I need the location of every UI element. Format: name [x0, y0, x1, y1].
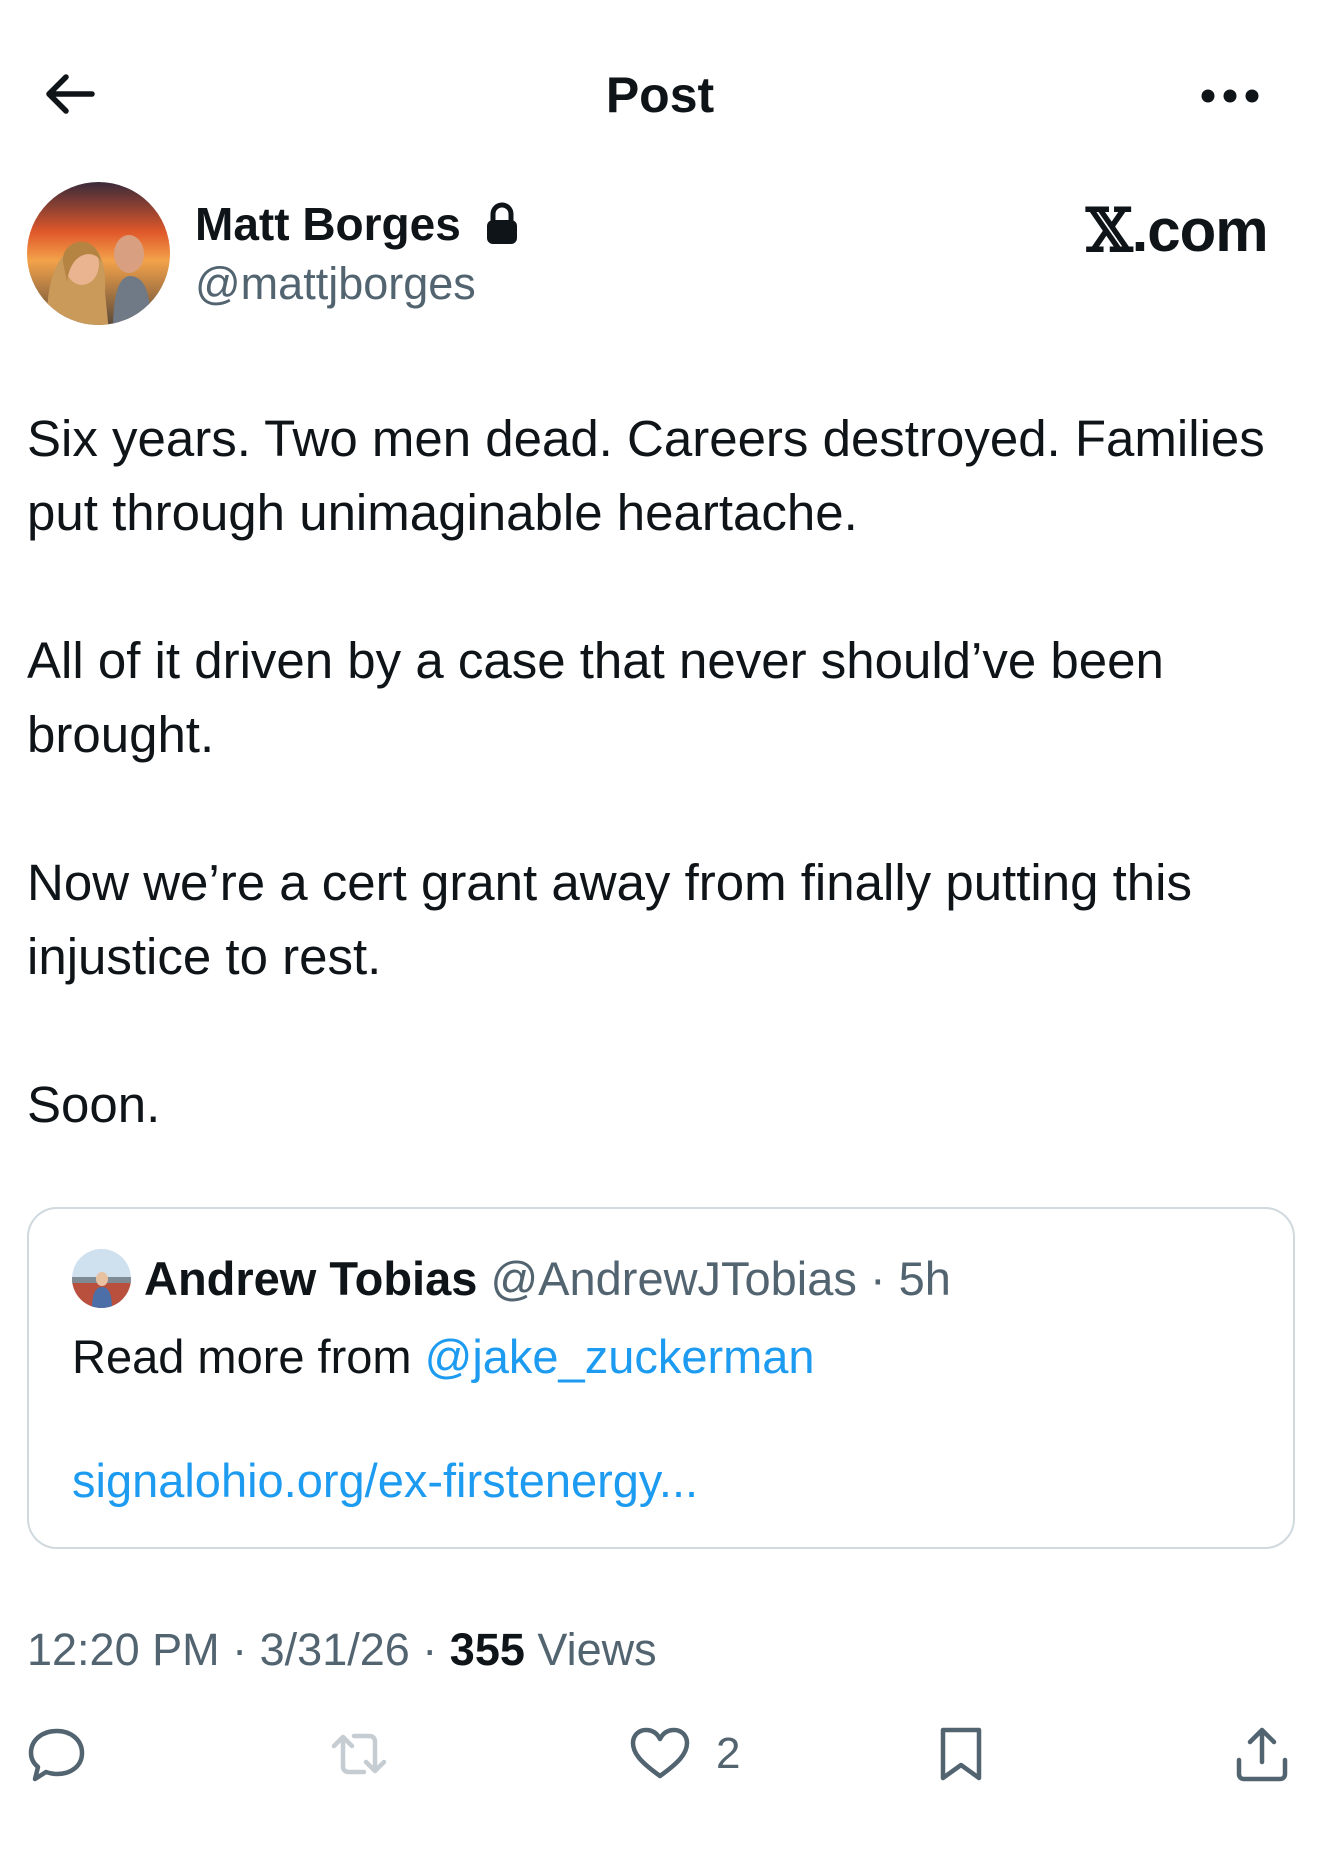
post-paragraph: Now we’re a cert grant away from finally… — [27, 854, 1192, 985]
post-paragraph: All of it driven by a case that never sh… — [27, 632, 1164, 763]
like-button[interactable]: 2 — [628, 1722, 788, 1786]
brand-logo: 𝕏.com — [1086, 196, 1269, 266]
post-meta: 12:20 PM · 3/31/26 · 355 Views — [27, 1620, 657, 1680]
repost-icon — [331, 1733, 387, 1775]
like-count: 2 — [716, 1729, 741, 1778]
views-label: Views — [537, 1624, 657, 1675]
quote-header: Andrew Tobias @AndrewJTobias · 5h — [144, 1249, 951, 1309]
post-text: Six years. Two men dead. Careers destroy… — [27, 402, 1297, 1142]
brand-symbol: 𝕏 — [1086, 196, 1133, 266]
brand-domain: .com — [1131, 197, 1269, 264]
meta-separator: · — [232, 1624, 260, 1675]
quote-text: Read more from @jake_zuckerman — [72, 1327, 815, 1387]
quoted-post[interactable]: Andrew Tobias @AndrewJTobias · 5h Read m… — [27, 1207, 1295, 1549]
avatar[interactable] — [27, 182, 170, 325]
quote-mention-link[interactable]: @jake_zuckerman — [425, 1330, 815, 1383]
quote-text-prefix: Read more from — [72, 1330, 425, 1383]
repost-button[interactable] — [326, 1722, 392, 1786]
reply-icon — [28, 1728, 85, 1782]
quote-separator: · — [856, 1252, 899, 1305]
quote-url-link[interactable]: signalohio.org/ex-firstenergy... — [72, 1451, 698, 1511]
views-count: 355 — [449, 1624, 525, 1675]
quote-author-name: Andrew Tobias — [144, 1252, 478, 1305]
share-icon — [1236, 1727, 1288, 1782]
quote-avatar — [72, 1249, 131, 1308]
page-title: Post — [605, 67, 715, 123]
quote-time: 5h — [898, 1252, 951, 1305]
post-date: 3/31/26 — [259, 1624, 410, 1675]
meta-separator: · — [422, 1624, 450, 1675]
heart-icon — [630, 1727, 690, 1779]
bookmark-button[interactable] — [934, 1722, 988, 1786]
more-icon[interactable] — [1196, 78, 1264, 114]
bookmark-icon — [940, 1727, 982, 1781]
quote-author-handle: @AndrewJTobias — [490, 1252, 857, 1305]
post-paragraph: Six years. Two men dead. Careers destroy… — [27, 410, 1265, 541]
author-handle[interactable]: @mattjborges — [195, 256, 476, 312]
post-time: 12:20 PM — [27, 1624, 220, 1675]
post-paragraph: Soon. — [27, 1076, 161, 1133]
reply-button[interactable] — [27, 1722, 87, 1786]
author-name[interactable]: Matt Borges — [195, 196, 461, 252]
share-button[interactable] — [1232, 1722, 1292, 1786]
lock-icon — [482, 200, 522, 248]
